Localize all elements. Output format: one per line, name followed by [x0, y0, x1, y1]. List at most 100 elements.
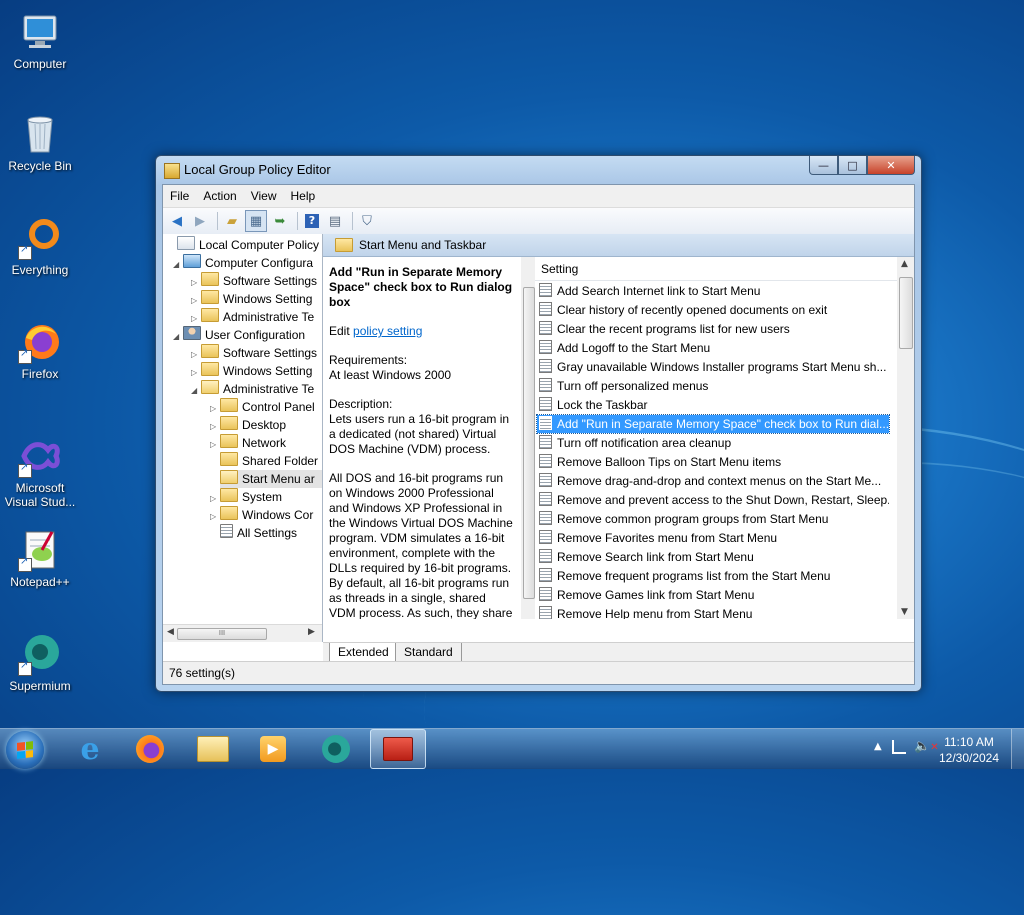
setting-row[interactable]: Add Logoff to the Start Menu — [537, 339, 889, 357]
filter-button[interactable]: ⛉ — [357, 211, 377, 231]
desktop-icon-computer[interactable]: Computer — [2, 10, 78, 71]
setting-row[interactable]: Remove Search link from Start Menu — [537, 548, 889, 566]
expanded-icon[interactable]: ◢ — [173, 328, 183, 346]
edit-policy-setting-link[interactable]: policy setting — [353, 324, 422, 338]
tree-node-software-settings[interactable]: ▷ Software Settings — [191, 272, 317, 290]
policy-title: Add "Run in Separate Memory Space" check… — [329, 265, 513, 309]
tab-extended[interactable]: Extended — [329, 643, 398, 662]
scroll-up-icon[interactable]: ▲ — [901, 259, 908, 269]
menu-action[interactable]: Action — [196, 189, 243, 203]
expanded-icon[interactable]: ◢ — [173, 256, 183, 274]
taskbar-media-player[interactable]: ▶ — [245, 729, 301, 769]
setting-row[interactable]: Add "Run in Separate Memory Space" check… — [536, 414, 890, 434]
tree-node-windows-settings[interactable]: ▷ Windows Setting — [191, 290, 312, 308]
column-header-setting[interactable]: Setting — [535, 257, 897, 281]
setting-row[interactable]: Lock the Taskbar — [537, 396, 889, 414]
tree-node-control-panel[interactable]: ▷ Control Panel — [210, 398, 315, 416]
desktop-icon-notepad-plus-plus[interactable]: Notepad++ — [2, 528, 78, 589]
group-policy-editor-icon — [383, 737, 413, 761]
menu-help[interactable]: Help — [284, 189, 323, 203]
up-one-level-button[interactable]: ▰ — [222, 211, 242, 231]
description-vertical-scrollbar[interactable] — [521, 257, 535, 619]
tree-node-desktop[interactable]: ▷ Desktop — [210, 416, 286, 434]
show-desktop-button[interactable] — [1011, 729, 1024, 769]
system-clock[interactable]: 11:10 AM 12/30/2024 — [934, 734, 1004, 766]
taskbar-firefox[interactable] — [122, 729, 178, 769]
description-text-continued: All DOS and 16-bit programs run on Windo… — [329, 471, 513, 619]
menu-view[interactable]: View — [244, 189, 284, 203]
taskbar-internet-explorer[interactable]: e — [62, 729, 118, 769]
setting-row[interactable]: Remove Favorites menu from Start Menu — [537, 529, 889, 547]
desktop-icon-recycle-bin[interactable]: Recycle Bin — [2, 112, 78, 173]
tree-node-label: Administrative Te — [223, 310, 315, 324]
setting-row[interactable]: Add Search Internet link to Start Menu — [537, 282, 889, 300]
setting-row[interactable]: Gray unavailable Windows Installer progr… — [537, 358, 889, 376]
setting-row[interactable]: Remove frequent programs list from the S… — [537, 567, 889, 585]
network-icon[interactable] — [892, 740, 906, 754]
setting-row[interactable]: Remove and prevent access to the Shut Do… — [537, 491, 889, 509]
expanded-icon[interactable]: ◢ — [191, 382, 201, 400]
tree-node-user-configuration[interactable]: ◢ User Configuration — [173, 326, 305, 344]
tree-node-administrative-templates[interactable]: ▷ Administrative Te — [191, 308, 314, 326]
show-hidden-icons-icon[interactable]: ▲ — [874, 741, 882, 752]
tree-node-shared-folders[interactable]: Shared Folder — [210, 452, 318, 470]
tree-node-network[interactable]: ▷ Network — [210, 434, 286, 452]
start-button[interactable] — [6, 731, 44, 769]
setting-row[interactable]: Remove Games link from Start Menu — [537, 586, 889, 604]
collapsed-icon[interactable]: ▷ — [210, 508, 220, 526]
scrollbar-thumb[interactable] — [899, 277, 913, 349]
help-button[interactable]: ? — [302, 211, 322, 231]
clock-time: 11:10 AM — [944, 735, 994, 749]
media-player-icon: ▶ — [260, 736, 286, 762]
close-button[interactable]: ✕ — [867, 156, 915, 175]
scroll-right-icon[interactable]: ▶ — [308, 627, 315, 637]
setting-row[interactable]: Remove drag-and-drop and context menus o… — [537, 472, 889, 490]
setting-row[interactable]: Turn off personalized menus — [537, 377, 889, 395]
setting-row[interactable]: Clear history of recently opened documen… — [537, 301, 889, 319]
minimize-button[interactable]: — — [809, 156, 838, 175]
menu-file[interactable]: File — [163, 189, 196, 203]
tree-horizontal-scrollbar[interactable]: ◀ III ▶ — [163, 624, 322, 642]
tree-node-local-computer-policy[interactable]: Local Computer Policy — [167, 236, 319, 254]
maximize-button[interactable]: □ — [838, 156, 867, 175]
title-bar[interactable]: Local Group Policy Editor — □ ✕ — [156, 156, 921, 184]
policy-setting-icon — [539, 606, 552, 619]
properties-button[interactable]: ▤ — [325, 211, 345, 231]
scroll-left-icon[interactable]: ◀ — [167, 627, 174, 637]
forward-button[interactable]: ▶ — [190, 211, 210, 231]
tree-node-user-windows-settings[interactable]: ▷ Windows Setting — [191, 362, 312, 380]
tree-node-user-administrative-templates[interactable]: ◢ Administrative Te — [191, 380, 314, 398]
tree-node-start-menu-and-taskbar[interactable]: Start Menu ar — [220, 470, 322, 488]
policy-setting-icon — [539, 302, 552, 316]
policy-setting-icon — [539, 549, 552, 563]
setting-row[interactable]: Remove Help menu from Start Menu — [537, 605, 889, 619]
desktop-icon-visual-studio[interactable]: Microsoft Visual Stud... — [2, 434, 78, 509]
status-bar: 76 setting(s) — [163, 661, 914, 684]
desktop-icon-supermium[interactable]: Supermium — [2, 632, 78, 693]
shortcut-arrow-icon — [18, 348, 32, 364]
taskbar-file-explorer[interactable] — [185, 729, 241, 769]
setting-row[interactable]: Clear the recent programs list for new u… — [537, 320, 889, 338]
tree-node-windows-components[interactable]: ▷ Windows Cor — [210, 506, 313, 524]
tree-node-system[interactable]: ▷ System — [210, 488, 282, 506]
back-button[interactable]: ◀ — [167, 211, 187, 231]
desktop-icon-firefox[interactable]: Firefox — [2, 320, 78, 381]
taskbar-group-policy-editor[interactable] — [370, 729, 426, 769]
scrollbar-thumb[interactable]: III — [177, 628, 267, 640]
scroll-down-icon[interactable]: ▼ — [901, 607, 908, 617]
scrollbar-thumb[interactable] — [523, 287, 535, 599]
tree-node-label: System — [242, 490, 283, 504]
desktop-icon-everything[interactable]: Everything — [2, 216, 78, 277]
description-text: Lets users run a 16-bit program in a ded… — [329, 412, 510, 456]
tab-standard[interactable]: Standard — [395, 643, 462, 662]
setting-row[interactable]: Remove Balloon Tips on Start Menu items — [537, 453, 889, 471]
setting-row[interactable]: Remove common program groups from Start … — [537, 510, 889, 528]
show-hide-tree-button[interactable]: ▦ — [245, 210, 267, 232]
settings-vertical-scrollbar[interactable]: ▲ ▼ — [897, 257, 914, 619]
taskbar-supermium[interactable] — [308, 729, 364, 769]
tree-node-user-software-settings[interactable]: ▷ Software Settings — [191, 344, 317, 362]
tree-node-all-settings[interactable]: All Settings — [220, 524, 297, 542]
setting-row[interactable]: Turn off notification area cleanup — [537, 434, 889, 452]
tree-node-computer-configuration[interactable]: ◢ Computer Configura — [173, 254, 313, 272]
export-list-button[interactable]: ➥ — [270, 211, 290, 231]
